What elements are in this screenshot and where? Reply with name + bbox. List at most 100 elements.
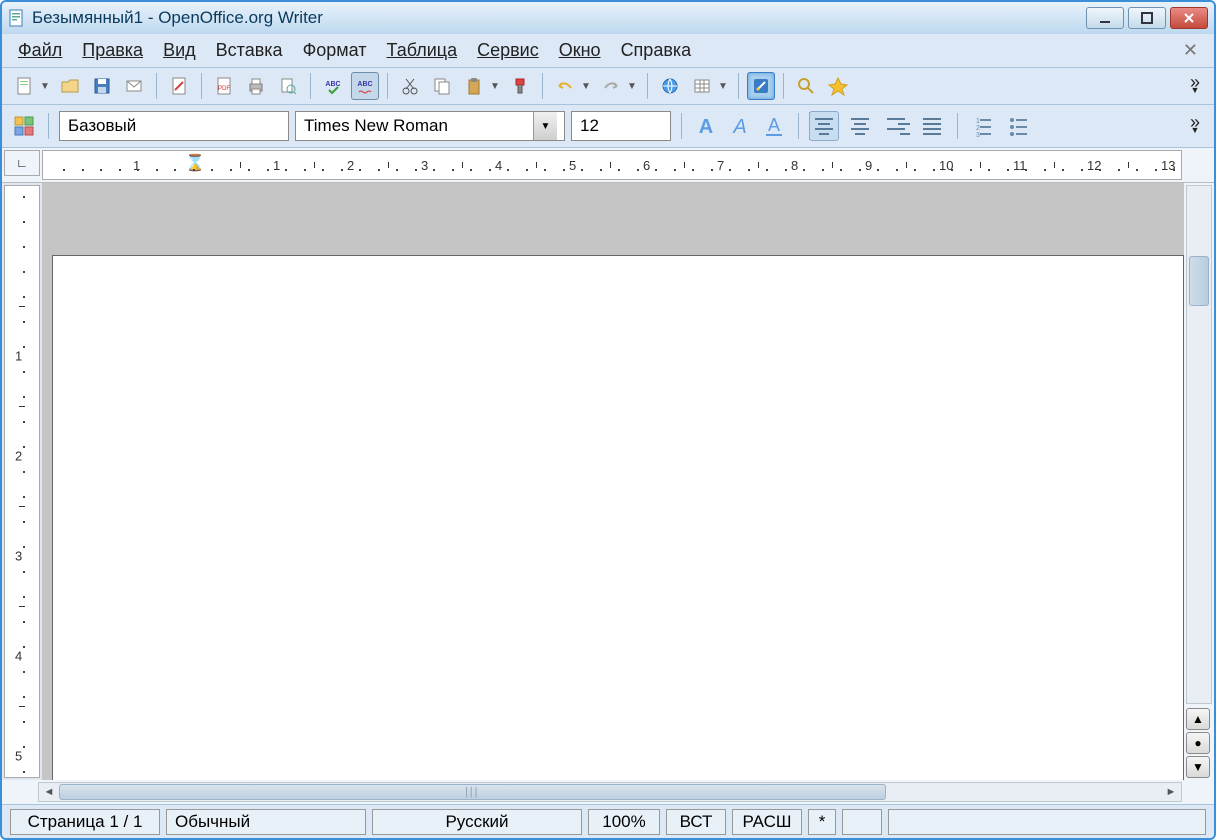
statusbar: Страница 1 / 1 Обычный Русский 100% ВСТ … <box>2 804 1214 838</box>
cut-button[interactable] <box>396 72 424 100</box>
app-window: Безымянный1 - OpenOffice.org Writer Файл… <box>0 0 1216 840</box>
bold-button[interactable]: A <box>692 112 720 140</box>
horizontal-scrollbar[interactable]: ◄ ||| ► <box>38 782 1182 802</box>
open-button[interactable] <box>56 72 84 100</box>
format-overflow[interactable]: »▼ <box>1184 115 1206 137</box>
paste-dropdown[interactable]: ▼ <box>488 72 502 100</box>
indent-marker-icon[interactable]: ⌛ <box>185 153 205 173</box>
doc-close-icon[interactable]: ✕ <box>1177 40 1204 61</box>
new-doc-dropdown[interactable]: ▼ <box>38 72 52 100</box>
find-button[interactable] <box>792 72 820 100</box>
separator <box>957 113 958 139</box>
email-button[interactable] <box>120 72 148 100</box>
separator <box>647 73 648 99</box>
menu-format[interactable]: Формат <box>297 38 373 63</box>
separator <box>681 113 682 139</box>
titlebar: Безымянный1 - OpenOffice.org Writer <box>2 2 1214 34</box>
status-page[interactable]: Страница 1 / 1 <box>10 809 160 835</box>
format-paintbrush-button[interactable] <box>506 72 534 100</box>
new-doc-button[interactable] <box>10 72 38 100</box>
close-button[interactable] <box>1170 7 1208 29</box>
hyperlink-button[interactable] <box>656 72 684 100</box>
hscroll-right[interactable]: ► <box>1161 783 1181 801</box>
table-button[interactable] <box>688 72 716 100</box>
status-selection[interactable]: РАСШ <box>732 809 802 835</box>
menu-window[interactable]: Окно <box>553 38 607 63</box>
menubar: Файл Правка Вид Вставка Формат Таблица С… <box>2 34 1214 68</box>
separator <box>156 73 157 99</box>
window-title: Безымянный1 - OpenOffice.org Writer <box>32 8 1086 28</box>
hscroll-thumb[interactable]: ||| <box>59 784 886 800</box>
navigator-button[interactable] <box>824 72 852 100</box>
status-insert[interactable]: ВСТ <box>666 809 726 835</box>
redo-button[interactable] <box>597 72 625 100</box>
status-style[interactable]: Обычный <box>166 809 366 835</box>
status-language[interactable]: Русский <box>372 809 582 835</box>
autospell-button[interactable]: ABC <box>351 72 379 100</box>
styles-button[interactable] <box>10 112 38 140</box>
separator <box>387 73 388 99</box>
paste-button[interactable] <box>460 72 488 100</box>
nav-buttons: ▲ ● ▼ <box>1184 706 1214 780</box>
hscroll-track[interactable]: ||| <box>59 783 1161 801</box>
vscroll-thumb[interactable] <box>1189 256 1209 306</box>
status-modified[interactable]: * <box>808 809 836 835</box>
print-preview-button[interactable] <box>274 72 302 100</box>
print-button[interactable] <box>242 72 270 100</box>
align-left-button[interactable] <box>809 111 839 141</box>
nav-next-button[interactable]: ▼ <box>1186 756 1210 778</box>
menu-file[interactable]: Файл <box>12 38 68 63</box>
align-right-button[interactable] <box>881 111 911 141</box>
redo-dropdown[interactable]: ▼ <box>625 72 639 100</box>
underline-button[interactable]: A <box>760 112 788 140</box>
hscroll-pad <box>1184 780 1214 804</box>
document-area[interactable] <box>42 183 1184 780</box>
hscroll-left[interactable]: ◄ <box>39 783 59 801</box>
status-extra[interactable] <box>888 809 1206 835</box>
page[interactable] <box>52 255 1184 780</box>
pdf-export-button[interactable]: PDF <box>210 72 238 100</box>
save-button[interactable] <box>88 72 116 100</box>
status-sig[interactable] <box>842 809 882 835</box>
undo-dropdown[interactable]: ▼ <box>579 72 593 100</box>
align-center-button[interactable] <box>845 111 875 141</box>
menu-tools[interactable]: Сервис <box>471 38 545 63</box>
menu-insert[interactable]: Вставка <box>210 38 289 63</box>
spellcheck-button[interactable]: ABC <box>319 72 347 100</box>
svg-text:ABC: ABC <box>325 81 340 88</box>
table-dropdown[interactable]: ▼ <box>716 72 730 100</box>
edit-doc-button[interactable] <box>165 72 193 100</box>
menu-edit[interactable]: Правка <box>76 38 149 63</box>
numbered-list-button[interactable]: 123 <box>968 111 998 141</box>
font-combo[interactable]: ▼ <box>295 111 565 141</box>
horizontal-ruler[interactable]: ⌛ 11234567891011121314 <box>42 150 1182 180</box>
svg-text:A: A <box>732 116 746 138</box>
nav-prev-button[interactable]: ▲ <box>1186 708 1210 730</box>
separator <box>201 73 202 99</box>
font-dropdown[interactable]: ▼ <box>533 112 557 140</box>
window-buttons <box>1086 7 1208 29</box>
menu-help[interactable]: Справка <box>615 38 698 63</box>
vertical-ruler[interactable]: 12345 <box>4 185 40 778</box>
show-draw-button[interactable] <box>747 72 775 100</box>
separator <box>783 73 784 99</box>
nav-target-button[interactable]: ● <box>1186 732 1210 754</box>
italic-button[interactable]: A <box>726 112 754 140</box>
ruler-corner[interactable]: ∟ <box>4 150 40 176</box>
toolbar-standard: ▼ PDF ABC ABC ▼ ▼ ▼ ▼ »▼ <box>2 68 1214 105</box>
font-input[interactable] <box>296 112 533 140</box>
vertical-scrollbar[interactable] <box>1186 185 1212 704</box>
undo-button[interactable] <box>551 72 579 100</box>
toolbar-overflow[interactable]: »▼ <box>1184 75 1206 97</box>
menu-table[interactable]: Таблица <box>381 38 464 63</box>
align-justify-button[interactable] <box>917 111 947 141</box>
menu-view[interactable]: Вид <box>157 38 202 63</box>
status-zoom[interactable]: 100% <box>588 809 660 835</box>
copy-button[interactable] <box>428 72 456 100</box>
minimize-button[interactable] <box>1086 7 1124 29</box>
maximize-button[interactable] <box>1128 7 1166 29</box>
bullet-list-button[interactable] <box>1004 111 1034 141</box>
size-combo[interactable]: ▼ <box>571 111 671 141</box>
style-input[interactable] <box>60 112 297 140</box>
style-combo[interactable]: ▼ <box>59 111 289 141</box>
